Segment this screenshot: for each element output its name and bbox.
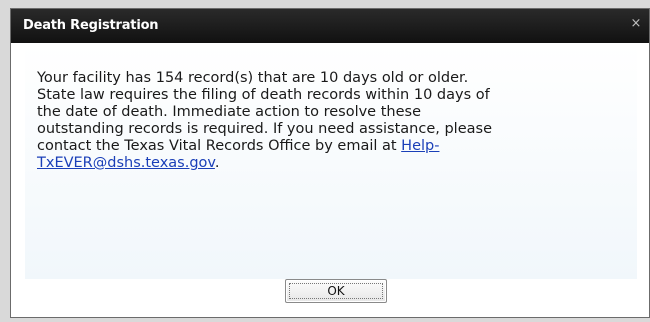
dialog-title: Death Registration — [23, 18, 159, 33]
ok-button[interactable]: OK — [285, 279, 387, 303]
close-icon[interactable]: × — [629, 16, 643, 32]
help-email-link-part2[interactable]: TxEVER@dshs.texas.gov — [37, 155, 215, 171]
dialog-message: Your facility has 154 record(s) that are… — [37, 70, 635, 172]
message-tail: . — [214, 155, 220, 171]
death-registration-dialog: Death Registration × Your facility has 1… — [10, 8, 650, 318]
dialog-content: Your facility has 154 record(s) that are… — [25, 43, 637, 279]
ok-button-label: OK — [327, 284, 345, 298]
dialog-titlebar: Death Registration × — [11, 9, 649, 43]
help-email-link-part1[interactable]: Help- — [401, 138, 439, 154]
